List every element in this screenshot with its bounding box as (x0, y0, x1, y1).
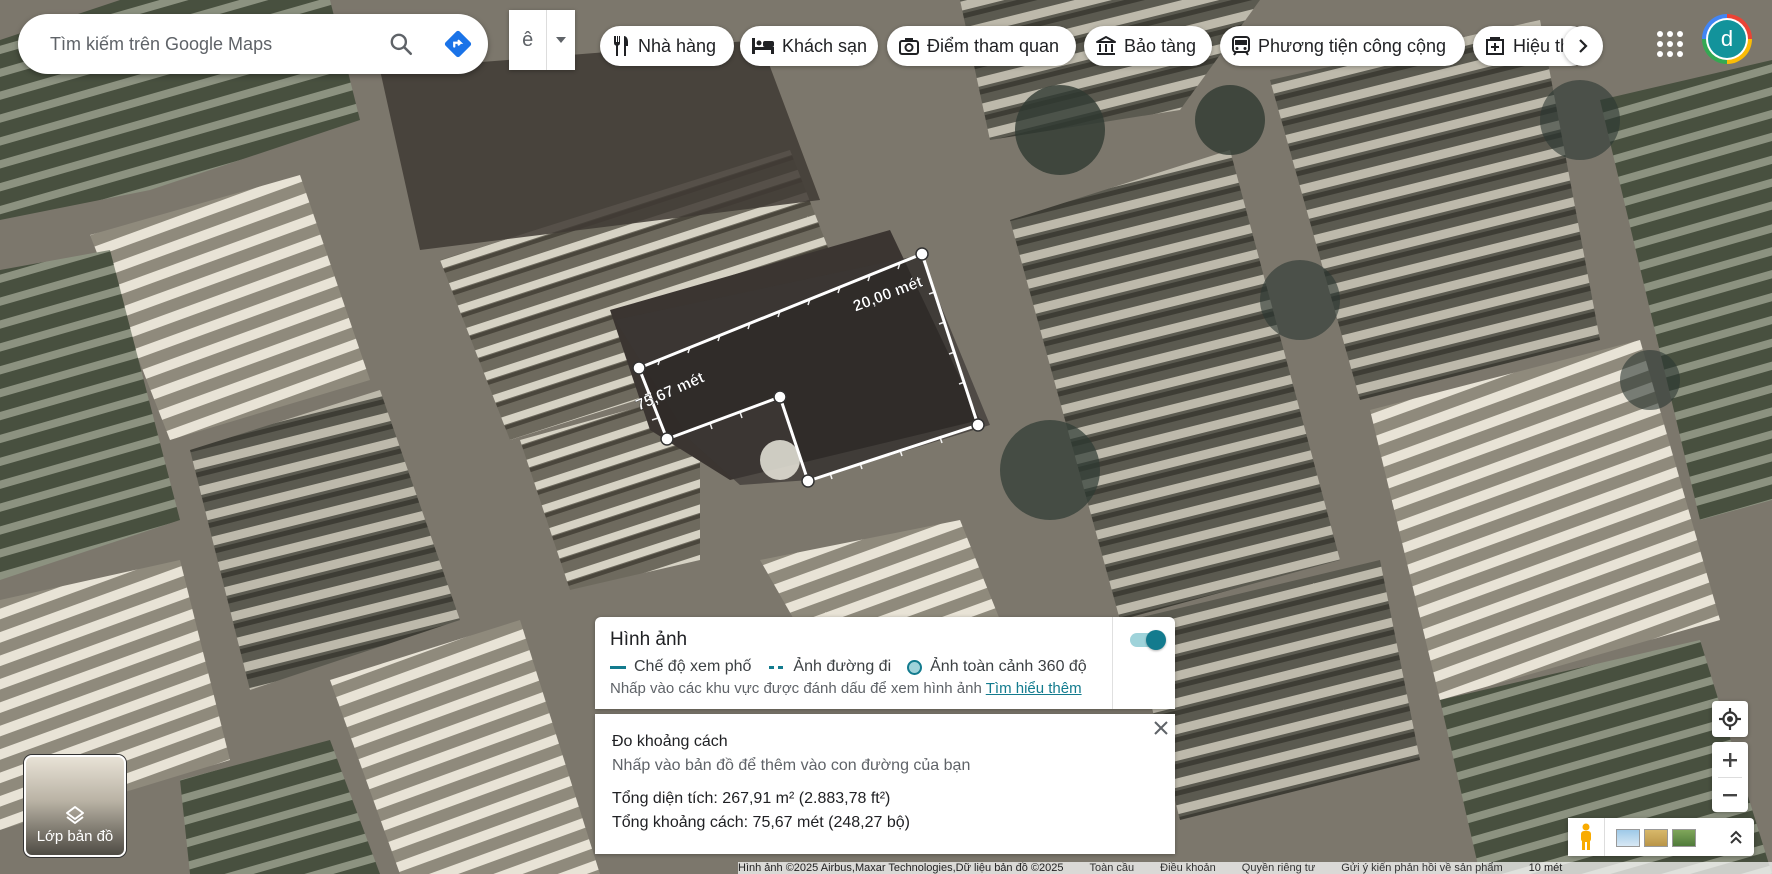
measure-hint: Nhấp vào bản đồ để thêm vào con đường củ… (612, 757, 971, 774)
imagery-toggle[interactable] (1128, 629, 1166, 650)
chip-restaurants-label: Nhà hàng (638, 35, 717, 56)
imagery-panel-title: Hình ảnh (610, 629, 688, 650)
layers-icon (66, 806, 84, 824)
measure-title: Đo khoảng cách (612, 733, 728, 750)
chip-pharmacies-label: Hiệu th (1513, 35, 1571, 56)
directions-icon (444, 30, 472, 58)
legend-road-photos: Ảnh đường đi (793, 658, 892, 675)
map-type-bar (1568, 818, 1754, 856)
total-area: Tổng diện tích: 267,91 m² (2.883,78 ft²) (612, 790, 891, 807)
footer-privacy[interactable]: Quyền riêng tư (1242, 862, 1315, 874)
input-tools-dropdown[interactable] (546, 10, 575, 70)
input-tools-label: ê (522, 28, 534, 51)
chip-attractions[interactable]: Điểm tham quan (887, 26, 1076, 66)
apps-grid-icon (1657, 31, 1663, 37)
imagery-legend: Chế độ xem phố Ảnh đường đi Ảnh toàn cản… (610, 658, 1087, 676)
map-type-terrain-thumb[interactable] (1644, 829, 1668, 847)
search-button[interactable] (386, 29, 416, 59)
zoom-in-button[interactable] (1712, 742, 1748, 777)
footer-attribution: Hình ảnh ©2025 Airbus,Maxar Technologies… (738, 862, 1064, 874)
footer-scale[interactable]: 10 mét (1529, 862, 1563, 874)
road-photos-dash-icon (769, 665, 786, 669)
pegman-icon (1581, 823, 1591, 850)
my-location-button[interactable] (1712, 701, 1748, 737)
chip-museums[interactable]: Bảo tàng (1084, 26, 1212, 66)
search-icon (390, 33, 413, 56)
legend-photo-360: Ảnh toàn cảnh 360 độ (930, 658, 1087, 675)
chevron-up-double-icon (1730, 830, 1742, 844)
photo-360-dot-icon (907, 659, 923, 675)
avatar-letter: d (1708, 20, 1746, 58)
plus-icon (1723, 752, 1737, 767)
learn-more-link[interactable]: Tìm hiểu thêm (986, 680, 1082, 697)
map-type-satellite-thumb[interactable] (1672, 829, 1696, 847)
chip-museums-label: Bảo tàng (1124, 35, 1197, 56)
footer-terms[interactable]: Điều khoản (1160, 862, 1216, 874)
chip-hotels[interactable]: Khách sạn (740, 26, 878, 66)
layers-button[interactable]: Lớp bản đồ (24, 755, 126, 857)
pharmacy-icon (1486, 37, 1504, 55)
pegman-button[interactable] (1568, 818, 1605, 856)
restaurant-icon (614, 36, 628, 56)
imagery-panel: Hình ảnh Chế độ xem phố Ảnh đường đi Ảnh… (595, 617, 1175, 709)
search-box (18, 14, 488, 74)
account-avatar[interactable]: d (1702, 14, 1752, 64)
my-location-icon (1719, 708, 1741, 730)
map-type-default-thumb[interactable] (1616, 829, 1640, 847)
minus-icon (1723, 793, 1737, 796)
chip-restaurants[interactable]: Nhà hàng (600, 26, 734, 66)
close-icon (1154, 721, 1168, 735)
measure-distance-panel: Đo khoảng cách Nhấp vào bản đồ để thêm v… (595, 714, 1175, 854)
chip-transit[interactable]: Phương tiện công cộng (1220, 26, 1465, 66)
footer-global[interactable]: Toàn cầu (1089, 862, 1134, 874)
total-distance: Tổng khoảng cách: 75,67 mét (248,27 bộ) (612, 814, 910, 831)
layers-label: Lớp bản đồ (36, 828, 114, 845)
close-measure-button[interactable] (1151, 718, 1171, 738)
zoom-out-button[interactable] (1712, 777, 1748, 812)
transit-icon (1232, 36, 1250, 56)
chip-hotels-label: Khách sạn (782, 35, 868, 56)
chip-attractions-label: Điểm tham quan (927, 35, 1060, 56)
map-footer: Hình ảnh ©2025 Airbus,Maxar Technologies… (738, 862, 1772, 874)
caret-down-icon (556, 37, 567, 43)
street-view-line-icon (610, 665, 626, 669)
input-tools-selector[interactable]: ê (509, 10, 575, 70)
imagery-hint-text: Nhấp vào các khu vực được đánh dấu để xe… (610, 680, 982, 697)
expand-map-types-button[interactable] (1718, 818, 1754, 856)
google-apps-button[interactable] (1652, 26, 1684, 58)
footer-feedback[interactable]: Gửi ý kiến phản hồi về sản phẩm (1341, 862, 1502, 874)
search-input[interactable] (48, 32, 382, 56)
hotel-icon (752, 38, 774, 54)
imagery-hint: Nhấp vào các khu vực được đánh dấu để xe… (610, 680, 1082, 697)
legend-street-view: Chế độ xem phố (634, 658, 752, 675)
directions-button[interactable] (442, 28, 474, 60)
camera-icon (899, 38, 919, 55)
museum-icon (1096, 36, 1116, 55)
zoom-controls (1712, 742, 1748, 812)
chip-transit-label: Phương tiện công cộng (1258, 35, 1446, 56)
chips-next-button[interactable] (1563, 26, 1603, 66)
chevron-right-icon (1579, 39, 1588, 53)
